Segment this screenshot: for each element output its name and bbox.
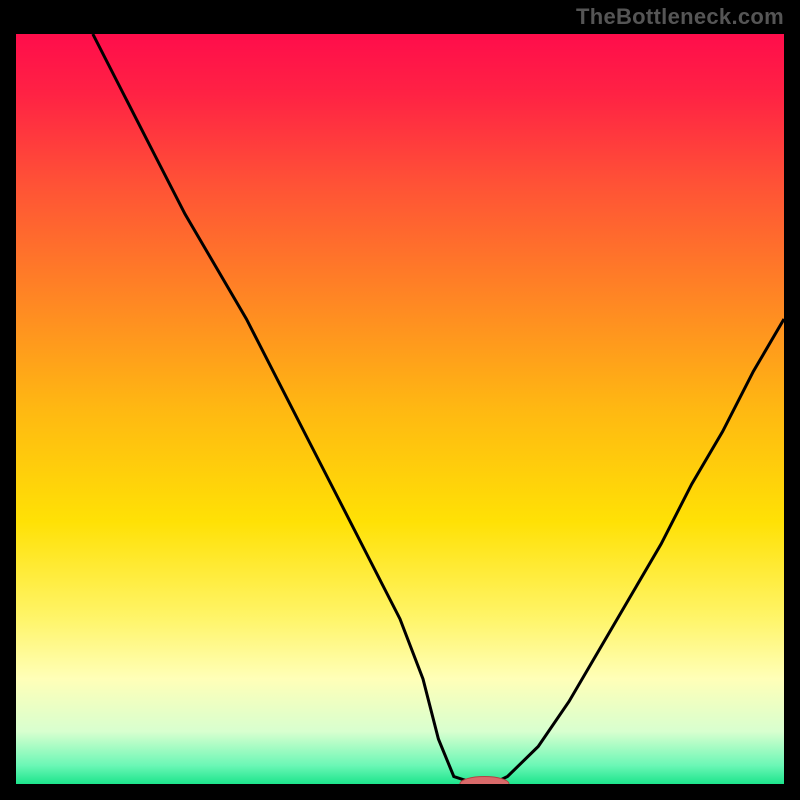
watermark-text: TheBottleneck.com [576,4,784,30]
gradient-background [16,34,784,784]
bottleneck-chart [16,34,784,784]
chart-frame: TheBottleneck.com [0,0,800,800]
plot-area [16,34,784,784]
